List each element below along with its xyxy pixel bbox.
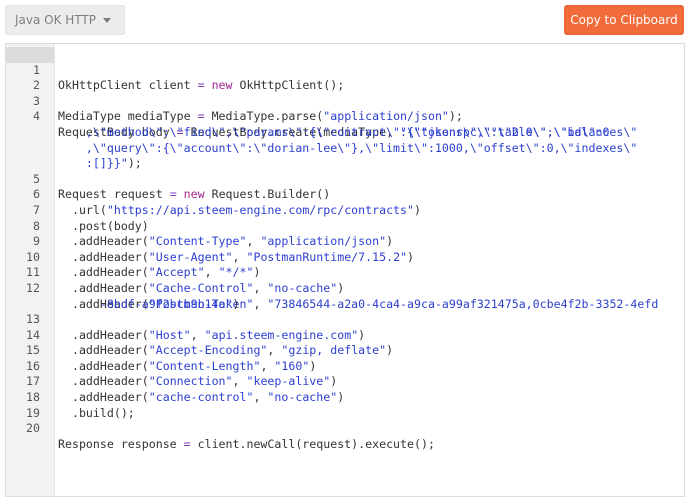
language-select[interactable]: Java OK HTTP [5, 5, 125, 35]
code-line: 7 .post(body) [6, 187, 684, 233]
code-line: 5 Request request = new Request.Builder(… [6, 156, 684, 202]
code-line-wrap: :[]}}"); [6, 141, 684, 170]
line-number: 20 [26, 421, 40, 436]
code-line: 9 .addHeader("User-Agent", "PostmanRunti… [6, 219, 684, 264]
code-line-wrap: ,\"query\":{\"account\":\"dorian-lee\"},… [6, 125, 684, 155]
code-line: 19 [6, 390, 684, 420]
copy-to-clipboard-button[interactable]: Copy to Clipboard [564, 5, 684, 35]
code-line: 1 OkHttpClient client = new OkHttpClient… [6, 47, 684, 93]
code-line: 14 .addHeader("Accept-Encoding", "gzip, … [6, 312, 684, 358]
language-select-value: Java OK HTTP [15, 13, 96, 27]
code-line-wrap: ,\"method\":\"find\",\"params\":{\"contr… [6, 109, 684, 139]
code-line: 2 [6, 63, 684, 92]
code-line: 15 .addHeader("Content-Length", "160") [6, 328, 684, 373]
code-line: 3 MediaType mediaType = MediaType.parse(… [6, 78, 684, 124]
code-content: 1 OkHttpClient client = new OkHttpClient… [6, 47, 684, 451]
code-line: 10 .addHeader("Accept", "*/*") [6, 234, 684, 280]
code-text: Response response = client.newCall(reque… [58, 436, 435, 451]
code-line-wrap: -8bdf-a9f2bcb9b14a") [6, 281, 684, 311]
code-editor[interactable]: 1 OkHttpClient client = new OkHttpClient… [5, 43, 685, 497]
code-line: 11 .addHeader("Cache-Control", "no-cache… [6, 250, 684, 295]
code-line: 16 .addHeader("Connection", "keep-alive"… [6, 343, 684, 389]
code-line: 4 RequestBody body = RequestBody.create(… [6, 94, 684, 139]
code-line: 6 .url("https://api.steem-engine.com/rpc… [6, 172, 684, 217]
chevron-down-icon [103, 18, 111, 23]
code-line: 20 Response response = client.newCall(re… [6, 406, 684, 451]
code-line: 17 .addHeader("cache-control", "no-cache… [6, 359, 684, 404]
code-line: 8 .addHeader("Content-Type", "applicatio… [6, 203, 684, 249]
code-line: 18 .build(); [6, 374, 684, 420]
code-snippet-panel: Java OK HTTP Copy to Clipboard 1 OkHttpC… [0, 0, 690, 502]
code-line: 12 .addHeader("Postman-Token", "73846544… [6, 265, 684, 311]
code-line: 13 .addHeader("Host", "api.steem-engine.… [6, 297, 684, 342]
